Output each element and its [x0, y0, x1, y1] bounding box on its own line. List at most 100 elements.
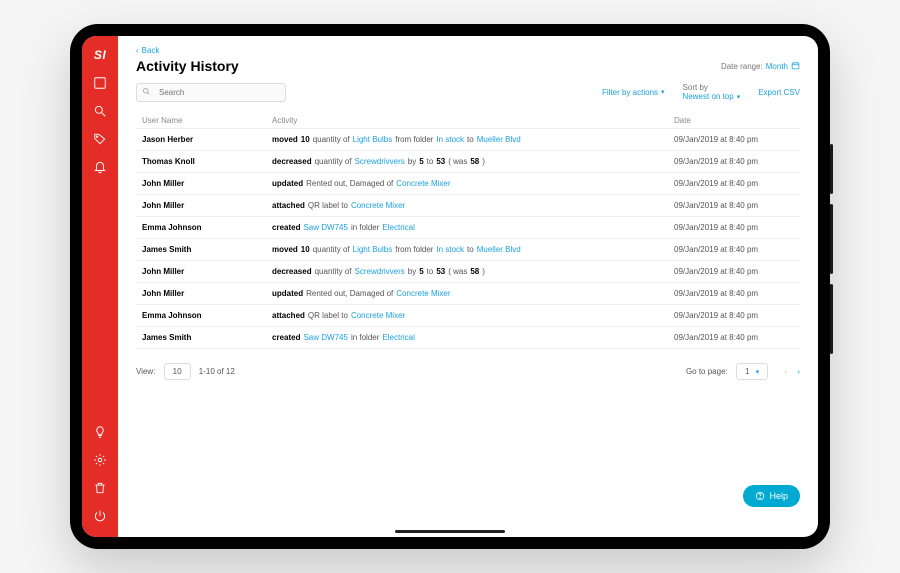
date-cell: 09/Jan/2019 at 8:40 pm	[674, 311, 794, 320]
range-text: 1-10 of 12	[199, 367, 235, 376]
sort-value: Newest on top	[683, 92, 734, 101]
sort-label: Sort by	[683, 83, 708, 92]
activity-cell: decreasedquantity ofScrewdrivversby5to53…	[272, 267, 674, 276]
table-footer: View: 10 1-10 of 12 Go to page: 1 ▾ ‹ ›	[136, 363, 800, 380]
date-range-picker[interactable]: Date range: Month	[721, 61, 800, 72]
user-cell: James Smith	[142, 333, 272, 342]
date-cell: 09/Jan/2019 at 8:40 pm	[674, 135, 794, 144]
col-user: User Name	[142, 116, 272, 125]
main-content: ‹ Back Activity History Date range: Mont…	[118, 36, 818, 537]
entity-link[interactable]: Mueller Blvd	[477, 245, 521, 254]
help-label: Help	[769, 491, 788, 501]
user-cell: James Smith	[142, 245, 272, 254]
date-cell: 09/Jan/2019 at 8:40 pm	[674, 223, 794, 232]
activity-cell: decreasedquantity ofScrewdrivversby5to53…	[272, 157, 674, 166]
bell-icon[interactable]	[93, 160, 107, 174]
user-cell: Emma Johnson	[142, 311, 272, 320]
app-logo: SI	[94, 48, 106, 62]
user-cell: Thomas Knoll	[142, 157, 272, 166]
entity-link[interactable]: Saw DW745	[303, 223, 347, 232]
activity-cell: updatedRented out, Damaged ofConcrete Mi…	[272, 289, 674, 298]
power-icon[interactable]	[93, 509, 107, 523]
home-indicator	[395, 530, 505, 533]
entity-link[interactable]: Concrete Mixer	[396, 289, 450, 298]
activity-cell: createdSaw DW745in folderElectrical	[272, 223, 674, 232]
date-range-value: Month	[766, 62, 788, 71]
view-label: View:	[136, 367, 155, 376]
next-page-button[interactable]: ›	[797, 367, 800, 376]
date-cell: 09/Jan/2019 at 8:40 pm	[674, 157, 794, 166]
chevron-down-icon: ▾	[756, 369, 760, 376]
table-row: Jason Herbermoved10quantity ofLight Bulb…	[136, 128, 800, 151]
entity-link[interactable]: Electrical	[382, 223, 414, 232]
entity-link[interactable]: Saw DW745	[303, 333, 347, 342]
search-icon	[142, 83, 151, 101]
entity-link[interactable]: Concrete Mixer	[351, 311, 405, 320]
date-cell: 09/Jan/2019 at 8:40 pm	[674, 333, 794, 342]
back-link[interactable]: ‹ Back	[136, 46, 800, 55]
goto-label: Go to page:	[686, 367, 728, 376]
search-nav-icon[interactable]	[93, 104, 107, 118]
trash-icon[interactable]	[93, 481, 107, 495]
table-header: User Name Activity Date	[136, 112, 800, 129]
table-row: James SmithcreatedSaw DW745in folderElec…	[136, 326, 800, 349]
view-size-select[interactable]: 10	[164, 363, 191, 380]
activity-cell: updatedRented out, Damaged ofConcrete Mi…	[272, 179, 674, 188]
calendar-icon	[791, 61, 800, 72]
user-cell: Emma Johnson	[142, 223, 272, 232]
entity-link[interactable]: In stock	[436, 245, 464, 254]
activity-cell: createdSaw DW745in folderElectrical	[272, 333, 674, 342]
activity-cell: attachedQR label toConcrete Mixer	[272, 311, 674, 320]
tag-icon[interactable]	[93, 132, 107, 146]
entity-link[interactable]: Concrete Mixer	[351, 201, 405, 210]
chevron-left-icon: ‹	[136, 46, 139, 55]
date-cell: 09/Jan/2019 at 8:40 pm	[674, 289, 794, 298]
entity-link[interactable]: Electrical	[382, 333, 414, 342]
table-row: John MillerupdatedRented out, Damaged of…	[136, 282, 800, 305]
table-row: Emma JohnsonattachedQR label toConcrete …	[136, 304, 800, 327]
entity-link[interactable]: Light Bulbs	[353, 135, 393, 144]
date-cell: 09/Jan/2019 at 8:40 pm	[674, 267, 794, 276]
page-select[interactable]: 1 ▾	[736, 363, 768, 380]
sort-dropdown[interactable]: Sort by Newest on top ▾	[683, 83, 741, 101]
filter-label: Filter by actions	[602, 88, 658, 97]
entity-link[interactable]: Mueller Blvd	[477, 135, 521, 144]
table-row: John MillerattachedQR label toConcrete M…	[136, 194, 800, 217]
activity-cell: moved10quantity ofLight Bulbsfrom folder…	[272, 135, 674, 144]
dashboard-icon[interactable]	[93, 76, 107, 90]
table-row: Emma JohnsoncreatedSaw DW745in folderEle…	[136, 216, 800, 239]
date-range-label: Date range:	[721, 62, 763, 71]
user-cell: John Miller	[142, 179, 272, 188]
entity-link[interactable]: Light Bulbs	[353, 245, 393, 254]
export-csv-link[interactable]: Export CSV	[758, 88, 800, 97]
date-cell: 09/Jan/2019 at 8:40 pm	[674, 245, 794, 254]
col-date: Date	[674, 116, 794, 125]
search-wrap	[136, 82, 286, 102]
chevron-down-icon: ▾	[737, 93, 741, 101]
activity-table: User Name Activity Date Jason Herbermove…	[136, 112, 800, 349]
help-button[interactable]: Help	[743, 485, 800, 507]
date-cell: 09/Jan/2019 at 8:40 pm	[674, 179, 794, 188]
entity-link[interactable]: Screwdrivvers	[355, 157, 405, 166]
user-cell: John Miller	[142, 289, 272, 298]
table-row: James Smithmoved10quantity ofLight Bulbs…	[136, 238, 800, 261]
table-row: John Millerdecreasedquantity ofScrewdriv…	[136, 260, 800, 283]
date-cell: 09/Jan/2019 at 8:40 pm	[674, 201, 794, 210]
page-title: Activity History	[136, 58, 239, 74]
filter-actions-dropdown[interactable]: Filter by actions ▾	[602, 88, 665, 97]
col-activity: Activity	[272, 116, 674, 125]
user-cell: Jason Herber	[142, 135, 272, 144]
user-cell: John Miller	[142, 201, 272, 210]
activity-cell: attachedQR label toConcrete Mixer	[272, 201, 674, 210]
entity-link[interactable]: In stock	[436, 135, 464, 144]
prev-page-button[interactable]: ‹	[784, 367, 787, 376]
entity-link[interactable]: Concrete Mixer	[396, 179, 450, 188]
entity-link[interactable]: Screwdrivvers	[355, 267, 405, 276]
user-cell: John Miller	[142, 267, 272, 276]
activity-cell: moved10quantity ofLight Bulbsfrom folder…	[272, 245, 674, 254]
chevron-down-icon: ▾	[661, 88, 665, 96]
bulb-icon[interactable]	[93, 425, 107, 439]
table-row: John MillerupdatedRented out, Damaged of…	[136, 172, 800, 195]
gear-icon[interactable]	[93, 453, 107, 467]
search-input[interactable]	[136, 83, 286, 102]
